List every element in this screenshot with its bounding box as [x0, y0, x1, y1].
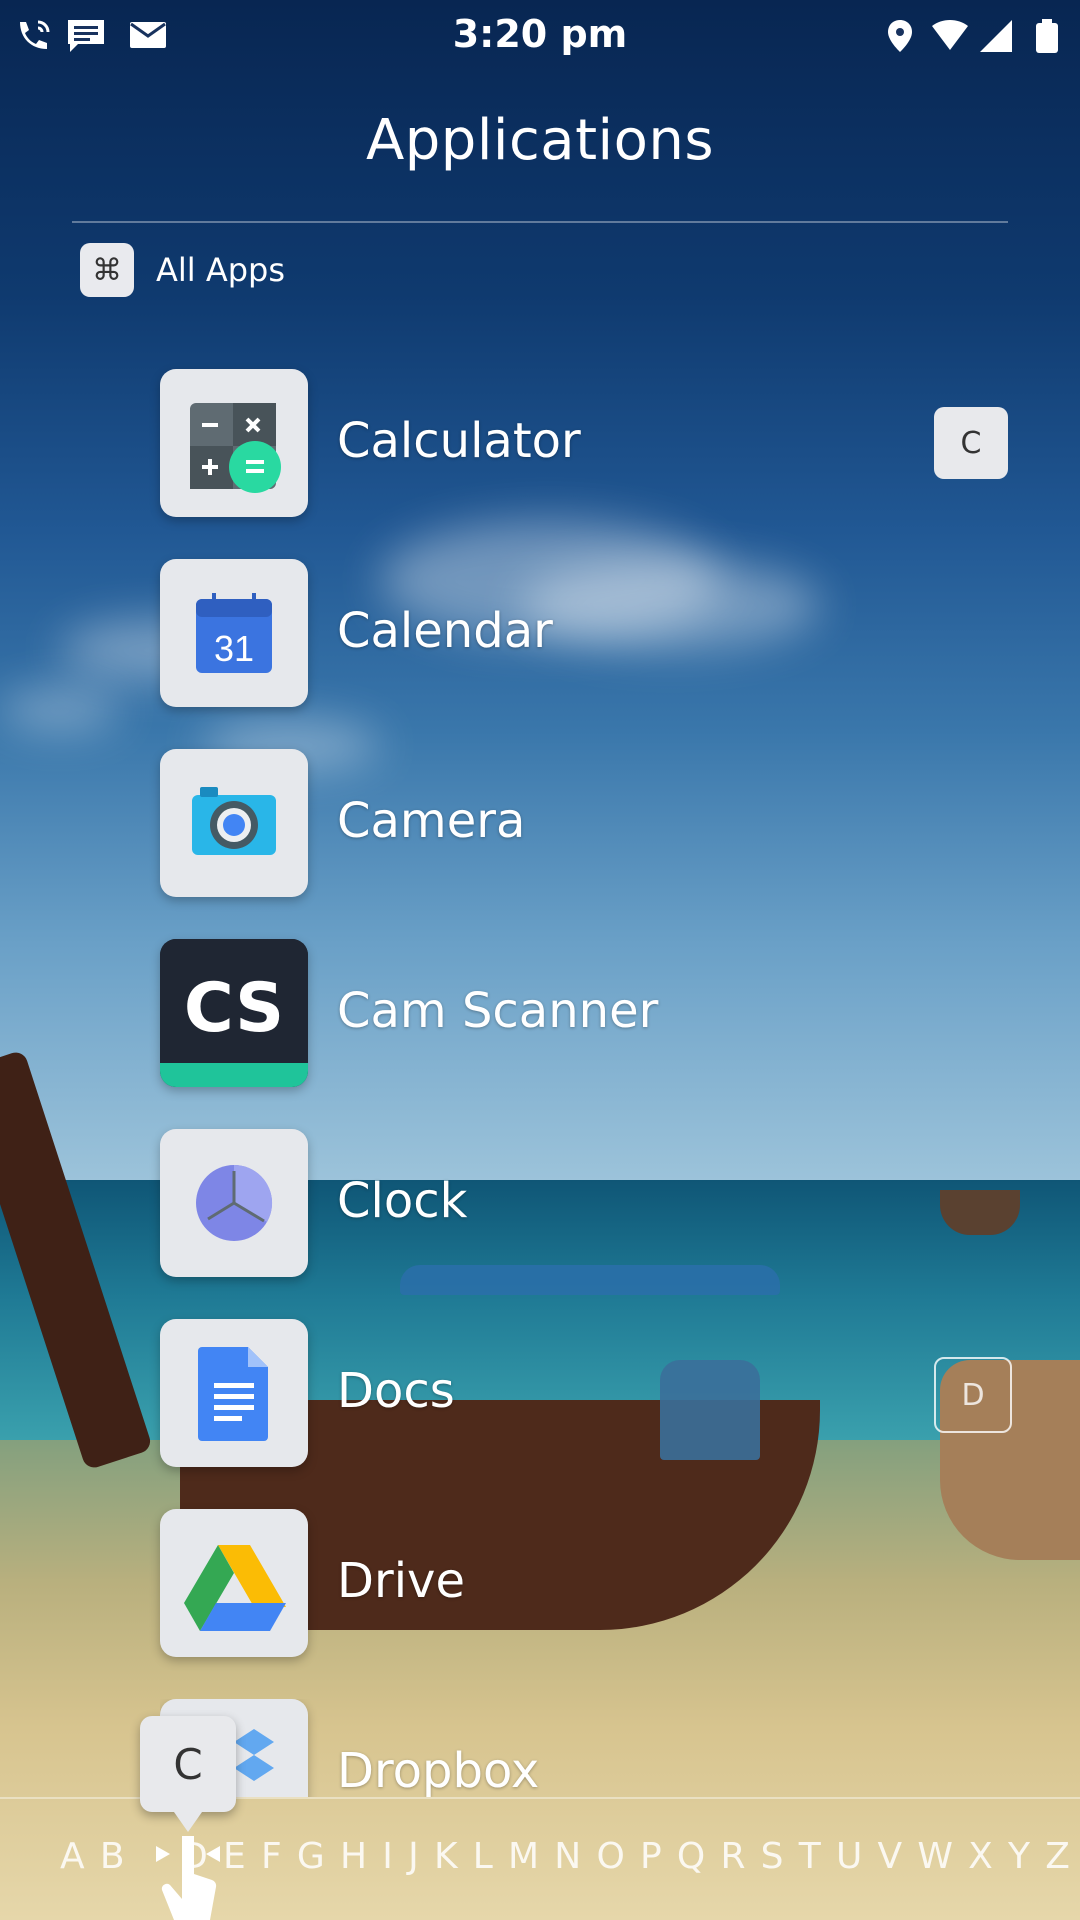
app-item-cam-scanner[interactable]: CS Cam Scanner [160, 939, 860, 1087]
docs-icon [198, 1347, 268, 1441]
category-label: All Apps [156, 251, 286, 289]
location-icon [888, 20, 912, 52]
letter-w[interactable]: W [917, 1836, 953, 1877]
section-marker-c: C [934, 407, 1008, 479]
app-item-dropbox[interactable]: Dropbox [160, 1699, 860, 1797]
letter-h[interactable]: H [340, 1836, 367, 1877]
app-name: Calendar [337, 603, 553, 659]
camscanner-icon: CS [160, 939, 308, 1087]
calculator-icon [190, 403, 281, 493]
signal-icon [980, 20, 1012, 52]
app-item-calculator[interactable]: Calculator [160, 369, 860, 517]
touch-hand-icon [156, 1836, 220, 1920]
letter-i[interactable]: I [382, 1836, 393, 1877]
category-selector[interactable]: ⌘ All Apps [80, 243, 285, 297]
app-name: Calculator [337, 413, 581, 469]
calendar-icon: 31 [196, 593, 272, 673]
app-name: Cam Scanner [337, 983, 659, 1039]
letter-j[interactable]: J [408, 1836, 419, 1877]
app-item-clock[interactable]: Clock [160, 1129, 860, 1277]
letter-y[interactable]: Y [1008, 1836, 1030, 1877]
camera-icon [192, 787, 276, 855]
app-item-docs[interactable]: Docs [160, 1319, 860, 1467]
letter-g[interactable]: G [297, 1836, 325, 1877]
letter-n[interactable]: N [554, 1836, 581, 1877]
app-name: Clock [337, 1173, 468, 1229]
letter-o[interactable]: O [596, 1836, 624, 1877]
app-name: Drive [337, 1553, 465, 1609]
letter-v[interactable]: V [878, 1836, 903, 1877]
app-name: Camera [337, 793, 526, 849]
letter-a[interactable]: A [60, 1836, 85, 1877]
app-item-calendar[interactable]: 31 Calendar [160, 559, 860, 707]
letter-t[interactable]: T [799, 1836, 821, 1877]
header-divider [72, 221, 1008, 223]
letter-q[interactable]: Q [677, 1836, 705, 1877]
clock-icon [196, 1164, 273, 1241]
letter-z[interactable]: Z [1045, 1836, 1070, 1877]
letter-k[interactable]: K [434, 1836, 458, 1877]
letter-s[interactable]: S [761, 1836, 784, 1877]
wifi-icon [932, 20, 968, 50]
letter-b[interactable]: B [100, 1836, 125, 1877]
letter-f[interactable]: F [261, 1836, 282, 1877]
status-bar: 3:20 pm [0, 0, 1080, 72]
app-name: Docs [337, 1363, 455, 1419]
battery-icon [1036, 19, 1058, 53]
app-item-camera[interactable]: Camera [160, 749, 860, 897]
app-name: Dropbox [337, 1743, 540, 1797]
active-letter-popup: C [140, 1716, 236, 1832]
letter-m[interactable]: M [508, 1836, 539, 1877]
letter-x[interactable]: X [968, 1836, 993, 1877]
svg-text:CS: CS [184, 969, 284, 1048]
letter-l[interactable]: L [473, 1836, 493, 1877]
drive-icon [184, 1545, 286, 1631]
command-icon: ⌘ [80, 243, 134, 297]
page-title: Applications [365, 108, 715, 173]
svg-text:31: 31 [214, 628, 254, 669]
letter-p[interactable]: P [640, 1836, 662, 1877]
letter-r[interactable]: R [720, 1836, 745, 1877]
letter-u[interactable]: U [836, 1836, 862, 1877]
app-item-drive[interactable]: Drive [160, 1509, 860, 1657]
section-marker-d: D [934, 1357, 1012, 1433]
